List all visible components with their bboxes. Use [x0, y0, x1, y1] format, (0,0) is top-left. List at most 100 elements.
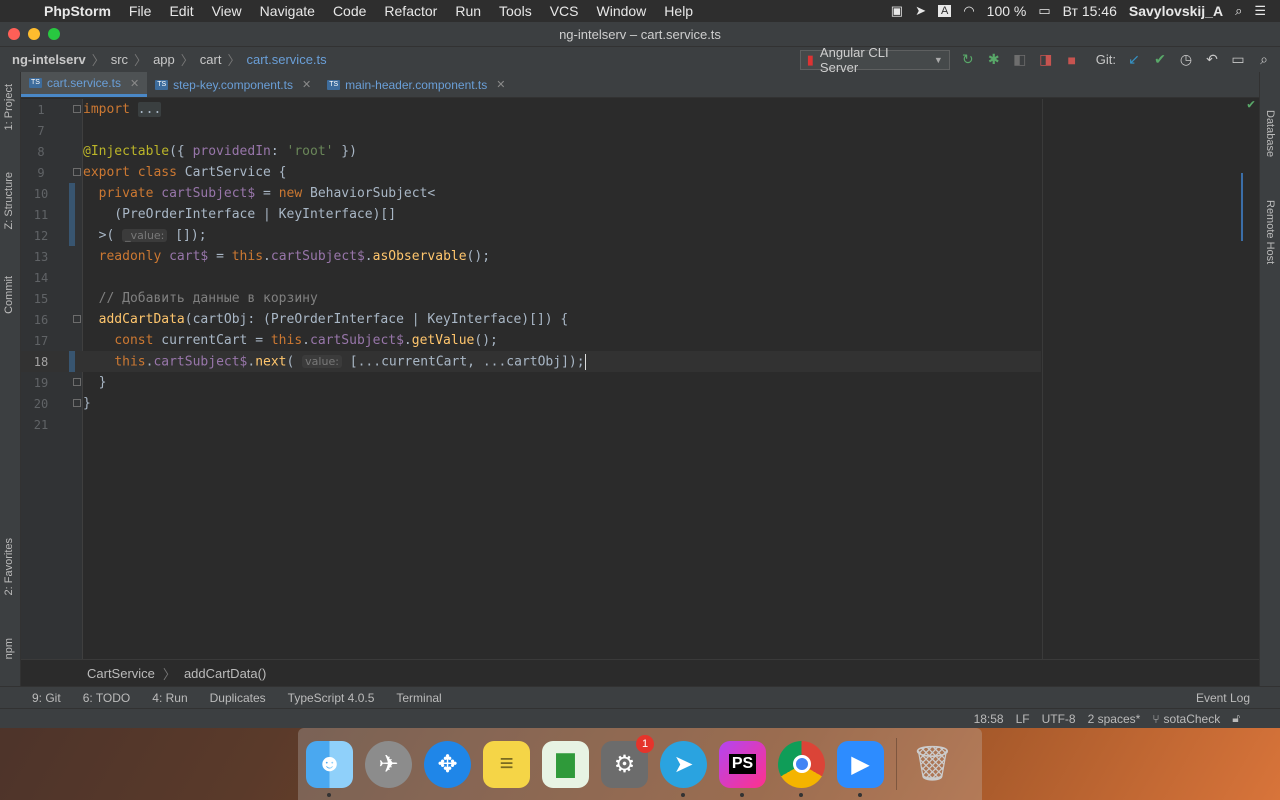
lock-icon[interactable]: 🔓︎ [1232, 711, 1240, 726]
fold-icon[interactable] [73, 315, 81, 323]
chrome-app-icon[interactable] [778, 740, 825, 797]
tool-window-run[interactable]: 4: Run [152, 691, 187, 705]
stop-icon[interactable]: ■ [1064, 52, 1080, 68]
close-tab-icon[interactable]: ✕ [302, 78, 311, 91]
close-tab-icon[interactable]: ✕ [130, 77, 139, 90]
menu-help[interactable]: Help [655, 3, 702, 19]
battery-icon[interactable]: ▭ [1038, 3, 1050, 19]
profile-icon[interactable]: ◨ [1038, 51, 1054, 68]
menu-vcs[interactable]: VCS [541, 3, 588, 19]
debug-icon[interactable]: ✱ [986, 51, 1002, 68]
menu-window[interactable]: Window [588, 3, 656, 19]
notification-center-icon[interactable]: ☰ [1254, 3, 1266, 19]
input-source-icon[interactable]: A [937, 5, 952, 17]
tool-tab-favorites[interactable]: 2: Favorites [3, 538, 15, 595]
numbers-app-icon[interactable]: ▇ [542, 740, 589, 788]
menu-edit[interactable]: Edit [160, 3, 202, 19]
caret-position[interactable]: 18:58 [974, 712, 1004, 726]
event-log-button[interactable]: Event Log [1196, 691, 1280, 705]
line-separator[interactable]: LF [1016, 712, 1030, 726]
wifi-icon[interactable]: ◠ [963, 3, 974, 19]
code-line[interactable]: 15 // Добавить данные в корзину [21, 288, 1041, 309]
menu-tools[interactable]: Tools [490, 3, 541, 19]
finder-app-icon[interactable]: ☻ [306, 740, 353, 797]
code-line-current[interactable]: 18 this.cartSubject$.next( value: [...cu… [21, 351, 1041, 372]
nav-crumb-cart[interactable]: cart [200, 52, 226, 67]
fold-icon[interactable] [73, 399, 81, 407]
tab-main-header-component[interactable]: TS main-header.component.ts ✕ [319, 72, 513, 97]
fold-icon[interactable] [73, 378, 81, 386]
nav-crumb-app[interactable]: app [153, 52, 179, 67]
tool-window-typescript[interactable]: TypeScript 4.0.5 [288, 691, 375, 705]
menu-app-name[interactable]: PhpStorm [38, 3, 120, 19]
tool-tab-project[interactable]: 1: Project [3, 84, 15, 130]
tool-tab-database[interactable]: Database [1264, 110, 1276, 157]
coverage-icon[interactable]: ◧ [1012, 51, 1028, 68]
tool-tab-npm[interactable]: npm [3, 638, 15, 659]
code-line[interactable]: 14 [21, 267, 1041, 288]
no-problems-check-icon[interactable]: ✔ [1247, 97, 1255, 112]
tool-window-todo[interactable]: 6: TODO [83, 691, 131, 705]
nav-crumb-file[interactable]: cart.service.ts [246, 52, 330, 67]
video-icon[interactable]: ▣ [891, 3, 903, 19]
git-commit-icon[interactable]: ✔ [1152, 51, 1168, 68]
menu-view[interactable]: View [203, 3, 251, 19]
breadcrumb-class[interactable]: CartService [87, 666, 155, 681]
spotlight-search-icon[interactable]: ⌕ [1235, 3, 1242, 19]
clock[interactable]: Вт 15:46 [1063, 3, 1117, 19]
code-line[interactable]: 10 private cartSubject$ = new BehaviorSu… [21, 183, 1041, 204]
code-line[interactable]: 9 export class CartService { [21, 162, 1041, 183]
tab-cart-service[interactable]: TS cart.service.ts ✕ [21, 72, 148, 97]
tool-tab-structure[interactable]: Z: Structure [3, 172, 15, 229]
code-line[interactable]: 8 @Injectable({ providedIn: 'root' }) [21, 141, 1041, 162]
git-branch[interactable]: sotaCheck [1164, 712, 1221, 726]
safari-app-icon[interactable]: ✥ [424, 740, 471, 788]
code-line[interactable]: 21 [21, 414, 1041, 435]
run-configuration-select[interactable]: ▮ Angular CLI Server ▼ [799, 45, 950, 75]
breadcrumb-method[interactable]: addCartData() [184, 666, 266, 681]
code-line[interactable]: 19 } [21, 372, 1041, 393]
code-editor[interactable]: 1 import ... 7 8 @Injectable({ providedI… [21, 97, 1259, 659]
code-line[interactable]: 11 (PreOrderInterface | KeyInterface)[] [21, 204, 1041, 225]
file-encoding[interactable]: UTF-8 [1042, 712, 1076, 726]
tab-step-key-component[interactable]: TS step-key.component.ts ✕ [147, 72, 319, 97]
launchpad-app-icon[interactable]: ✈ [365, 740, 412, 788]
rerun-icon[interactable]: ↻ [960, 51, 976, 68]
code-line[interactable]: 16 addCartData(cartObj: (PreOrderInterfa… [21, 309, 1041, 330]
presentation-icon[interactable]: ▭ [1230, 51, 1246, 68]
fold-icon[interactable] [73, 168, 81, 176]
fold-icon[interactable] [73, 105, 81, 113]
code-line[interactable]: 1 import ... [21, 99, 1041, 120]
tool-window-duplicates[interactable]: Duplicates [210, 691, 266, 705]
trash-icon[interactable]: 🗑︎ [909, 741, 956, 788]
menu-file[interactable]: File [120, 3, 161, 19]
close-tab-icon[interactable]: ✕ [496, 78, 505, 91]
git-rollback-icon[interactable]: ↶ [1204, 51, 1220, 68]
search-everywhere-icon[interactable]: ⌕ [1256, 51, 1272, 68]
telegram-app-icon[interactable]: ➤ [660, 740, 707, 797]
menu-refactor[interactable]: Refactor [375, 3, 446, 19]
phpstorm-app-icon[interactable]: PS [719, 740, 766, 797]
code-line[interactable]: 12 >( _value: []); [21, 225, 1041, 246]
code-line[interactable]: 13 readonly cart$ = this.cartSubject$.as… [21, 246, 1041, 267]
indent-setting[interactable]: 2 spaces* [1088, 712, 1141, 726]
menu-run[interactable]: Run [446, 3, 490, 19]
nav-crumb-src[interactable]: src [111, 52, 132, 67]
code-line[interactable]: 17 const currentCart = this.cartSubject$… [21, 330, 1041, 351]
system-preferences-app-icon[interactable]: ⚙ 1 [601, 734, 654, 788]
user-name[interactable]: Savylovskij_A [1129, 3, 1223, 19]
git-history-icon[interactable]: ◷ [1178, 51, 1194, 68]
tool-tab-commit[interactable]: Commit [3, 276, 15, 314]
code-line[interactable]: 7 [21, 120, 1041, 141]
tool-window-terminal[interactable]: Terminal [396, 691, 441, 705]
menu-code[interactable]: Code [324, 3, 375, 19]
zoom-app-icon[interactable]: ▶ [837, 740, 884, 797]
tool-tab-remote-host[interactable]: Remote Host [1264, 200, 1276, 264]
telegram-tray-icon[interactable]: ➤ [915, 3, 926, 19]
code-line[interactable]: 20 } [21, 393, 1041, 414]
git-update-icon[interactable]: ↙ [1126, 51, 1142, 68]
menu-navigate[interactable]: Navigate [251, 3, 324, 19]
tool-window-git[interactable]: 9: Git [32, 691, 61, 705]
notes-app-icon[interactable]: ≡ [483, 740, 530, 788]
nav-crumb-project[interactable]: ng-intelserv [12, 52, 90, 67]
